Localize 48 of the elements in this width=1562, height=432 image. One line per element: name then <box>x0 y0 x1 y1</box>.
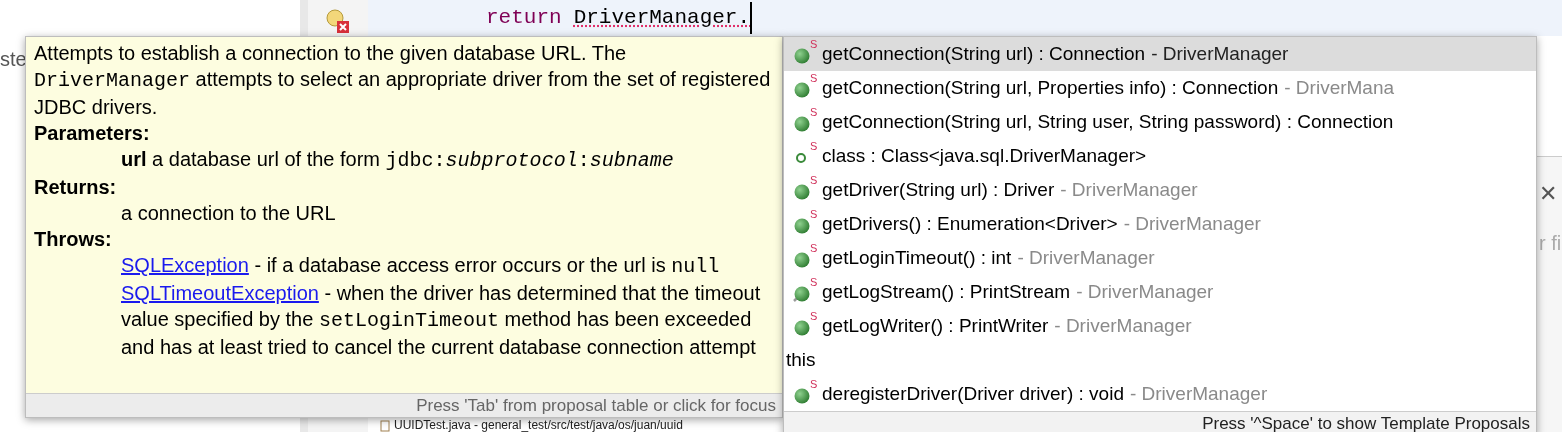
proposal-item[interactable]: S getConnection(String url) : Connection - DriverManager <box>784 37 1536 71</box>
proposal-item[interactable]: S getLogWriter() : PrintWriter - DriverManager <box>784 309 1536 343</box>
static-modifier: S <box>810 310 819 322</box>
static-modifier: S <box>810 208 819 220</box>
field-icon <box>796 153 806 163</box>
proposal-item[interactable]: S getConnection(String url, String user, String password) : Connection <box>784 105 1536 139</box>
code-error-text: DriverManager. <box>573 2 753 34</box>
description-text: Attempts to establish a connection to the given database URL. The DriverManager attempts to select an appropriate driver from the set of registered JDBC drivers. <box>34 41 772 120</box>
proposal-item[interactable]: S getDriver(String url) : Driver - DriverManager <box>784 173 1536 207</box>
popup-hint: Press '^Space' to show Template Proposals <box>1202 412 1530 432</box>
static-modifier: S <box>810 174 819 186</box>
exception-link[interactable]: SQLException <box>121 254 249 276</box>
static-modifier: S <box>810 38 819 50</box>
group-label: this <box>785 347 817 372</box>
filter-text: r fi <box>1539 231 1562 256</box>
section-entry: url a database url of the form jdbc:subprotocol:subname <box>120 147 675 174</box>
code-keyword: return <box>486 5 562 32</box>
proposal-item[interactable]: S deregisterDriver(Driver driver) : void - DriverManager <box>784 377 1536 411</box>
static-modifier: S <box>810 242 819 254</box>
section-entry: a connection to the URL <box>120 201 337 226</box>
code-text: subname <box>589 149 674 172</box>
static-modifier: S <box>810 72 819 84</box>
proposal-item[interactable]: S getLogStream() : PrintStream - DriverManager <box>784 275 1536 309</box>
view-label: ste <box>0 47 27 72</box>
section-entry: SQLException - if a database access error occurs or the url is null <box>120 253 721 280</box>
proposal-item[interactable]: S class : Class<java.sql.DriverManager> <box>784 139 1536 173</box>
popup-hint: Press 'Tab' from proposal table or click for focus <box>416 394 776 417</box>
code-text: jdbc: <box>385 149 446 172</box>
proposal-item[interactable]: S getLoginTimeout() : int - DriverManager <box>784 241 1536 275</box>
section-entry: SQLTimeoutException - when the driver has determined that the timeout value specified by the setLoginTimeout method has been exceeded and has at least tried to cancel the current database connection attempt <box>120 281 762 360</box>
code-text: null <box>671 255 720 278</box>
static-modifier: S <box>810 378 819 390</box>
proposal-item[interactable]: S getConnection(String url, Properties info) : Connection - DriverMana <box>784 71 1536 105</box>
close-icon[interactable]: ✕ <box>1539 177 1557 210</box>
exception-link[interactable]: SQLTimeoutException <box>121 282 319 304</box>
code-text: subprotocol <box>445 149 578 172</box>
section-heading: Parameters: <box>34 121 151 146</box>
proposal-item[interactable]: S getDrivers() : Enumeration<Driver> - DriverManager <box>784 207 1536 241</box>
section-heading: Returns: <box>34 175 118 200</box>
code-text: : <box>577 149 590 172</box>
code-text: setLoginTimeout <box>318 309 499 332</box>
static-modifier: S <box>810 106 819 118</box>
code-text: DriverManager <box>34 69 191 92</box>
static-modifier: S <box>810 140 819 152</box>
warning-bulb-icon <box>325 8 351 34</box>
section-heading: Throws: <box>34 227 113 252</box>
file-row-text: UUIDTest.java - general_test/src/test/java/os/juan/uuid <box>394 419 683 432</box>
static-modifier: S <box>810 276 819 288</box>
